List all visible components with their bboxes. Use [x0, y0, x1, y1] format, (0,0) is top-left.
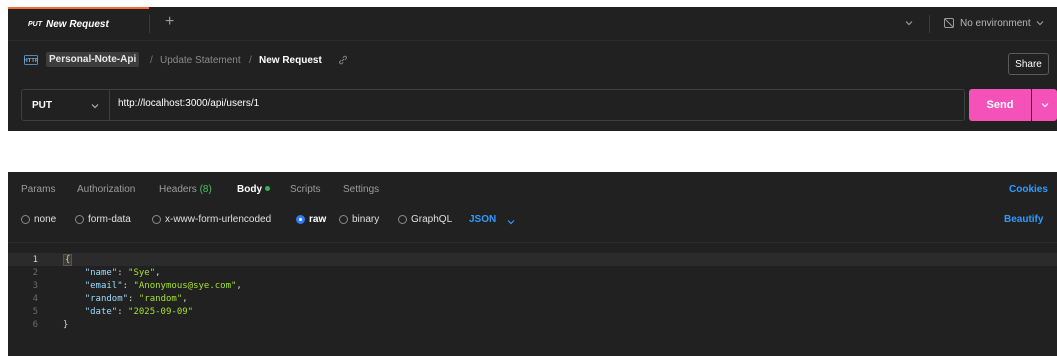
tab-headers-label: Headers — [159, 184, 197, 195]
url-input[interactable]: http://localhost:3000/api/users/1 — [118, 98, 259, 109]
code-line: 2 "name": "Sye", — [8, 266, 1057, 279]
svg-text:HTTP: HTTP — [24, 58, 38, 64]
radio-label: GraphQL — [411, 214, 453, 225]
tab-params[interactable]: Params — [21, 184, 55, 195]
request-body-panel: Params Authorization Headers (8) Body Sc… — [8, 172, 1057, 356]
radio-none[interactable]: none — [21, 214, 56, 225]
code-text: } — [63, 320, 68, 330]
breadcrumb-collection[interactable]: Personal-Note-Api — [46, 52, 140, 67]
code-line: 1 { — [8, 253, 1057, 266]
line-number: 1 — [32, 254, 38, 265]
code-text: "date": "2025-09-09" — [84, 306, 194, 317]
send-options-button[interactable] — [1032, 89, 1057, 121]
chevron-down-icon[interactable] — [506, 217, 516, 227]
request-header-panel: PUT New Request + No environment HTTP Pe… — [8, 7, 1057, 131]
line-number: 6 — [32, 319, 38, 330]
json-value: "Anonymous@sye.com" — [133, 280, 237, 291]
json-value: "random" — [138, 293, 183, 304]
http-collection-icon: HTTP — [24, 55, 38, 65]
json-key: "email" — [84, 280, 123, 291]
open-brace: { — [63, 253, 73, 266]
code-text: "random": "random", — [84, 293, 188, 304]
tab-bar-border — [8, 40, 1057, 41]
line-number: 2 — [32, 267, 38, 278]
link-icon[interactable] — [338, 55, 348, 65]
chevron-down-icon — [1041, 103, 1048, 108]
beautify-link[interactable]: Beautify — [1004, 214, 1043, 225]
radio-label: binary — [352, 214, 380, 225]
json-key: "date" — [84, 306, 118, 317]
radio-circle — [75, 215, 84, 224]
chevron-down-icon — [91, 104, 99, 109]
env-divider — [929, 15, 930, 33]
url-bar: PUT http://localhost:3000/api/users/1 — [21, 89, 965, 121]
radio-circle-checked — [296, 215, 305, 224]
environment-chevron-down-icon[interactable] — [1035, 18, 1045, 28]
code-text: "email": "Anonymous@sye.com", — [84, 280, 242, 291]
tab-headers[interactable]: Headers (8) — [159, 184, 212, 195]
request-tabs: Params Authorization Headers (8) Body Sc… — [8, 172, 1057, 208]
radio-graphql[interactable]: GraphQL — [398, 214, 452, 225]
radio-urlencoded[interactable]: x-www-form-urlencoded — [152, 214, 271, 225]
cookies-link[interactable]: Cookies — [1009, 184, 1048, 195]
breadcrumb-separator: / — [249, 55, 252, 66]
radio-circle — [398, 215, 407, 224]
radio-form-data[interactable]: form-data — [75, 214, 131, 225]
line-number: 5 — [32, 306, 38, 317]
json-key: "name" — [84, 267, 118, 278]
tab-scripts[interactable]: Scripts — [290, 184, 321, 195]
json-value: "Sye" — [128, 267, 156, 278]
json-value: "2025-09-09" — [128, 306, 194, 317]
tab-settings[interactable]: Settings — [343, 184, 379, 195]
code-line: 6 } — [8, 318, 1057, 331]
code-text: { — [63, 253, 73, 266]
radio-raw[interactable]: raw — [296, 214, 326, 225]
method-label: PUT — [32, 99, 52, 111]
radio-circle — [339, 215, 348, 224]
tab-bar: PUT New Request + No environment — [8, 7, 1057, 40]
tab-new-request[interactable]: PUT New Request — [8, 7, 149, 40]
breadcrumb-request-name[interactable]: New Request — [259, 55, 322, 66]
new-tab-button[interactable]: + — [165, 13, 174, 31]
breadcrumb-folder[interactable]: Update Statement — [160, 55, 241, 66]
tab-divider — [149, 15, 150, 33]
radio-label: form-data — [88, 214, 131, 225]
tab-authorization[interactable]: Authorization — [77, 184, 135, 195]
line-number: 4 — [32, 293, 38, 304]
line-number: 3 — [32, 280, 38, 291]
body-indicator-dot — [265, 185, 270, 191]
content-type-select[interactable]: JSON — [469, 214, 496, 225]
tab-body[interactable]: Body — [237, 184, 270, 195]
no-environment-icon — [944, 18, 954, 28]
tab-title: New Request — [46, 19, 109, 30]
body-editor[interactable]: 1 { 2 "name": "Sye", 3 "email": "Anonymo… — [8, 242, 1057, 356]
close-brace: } — [63, 319, 69, 330]
radio-label: x-www-form-urlencoded — [165, 214, 272, 225]
code-line: 5 "date": "2025-09-09" — [8, 305, 1057, 318]
breadcrumb-separator: / — [150, 55, 153, 66]
radio-binary[interactable]: binary — [339, 214, 379, 225]
json-key: "random" — [84, 293, 129, 304]
radio-label: raw — [309, 214, 327, 225]
headers-count-badge: (8) — [199, 184, 212, 195]
code-line: 4 "random": "random", — [8, 292, 1057, 305]
tab-body-label: Body — [237, 184, 262, 195]
tabs-chevron-down-icon[interactable] — [904, 18, 914, 28]
environment-selector[interactable]: No environment — [960, 18, 1031, 29]
tab-method-label: PUT — [28, 21, 42, 28]
code-text: "name": "Sye", — [84, 267, 161, 278]
body-mode-options: none form-data x-www-form-urlencoded raw… — [8, 208, 1057, 232]
radio-circle — [21, 215, 30, 224]
send-button[interactable]: Send — [969, 89, 1031, 121]
share-button[interactable]: Share — [1008, 53, 1049, 75]
radio-circle — [152, 215, 161, 224]
code-line: 3 "email": "Anonymous@sye.com", — [8, 279, 1057, 292]
method-select[interactable]: PUT — [22, 90, 110, 120]
radio-label: none — [34, 214, 57, 225]
